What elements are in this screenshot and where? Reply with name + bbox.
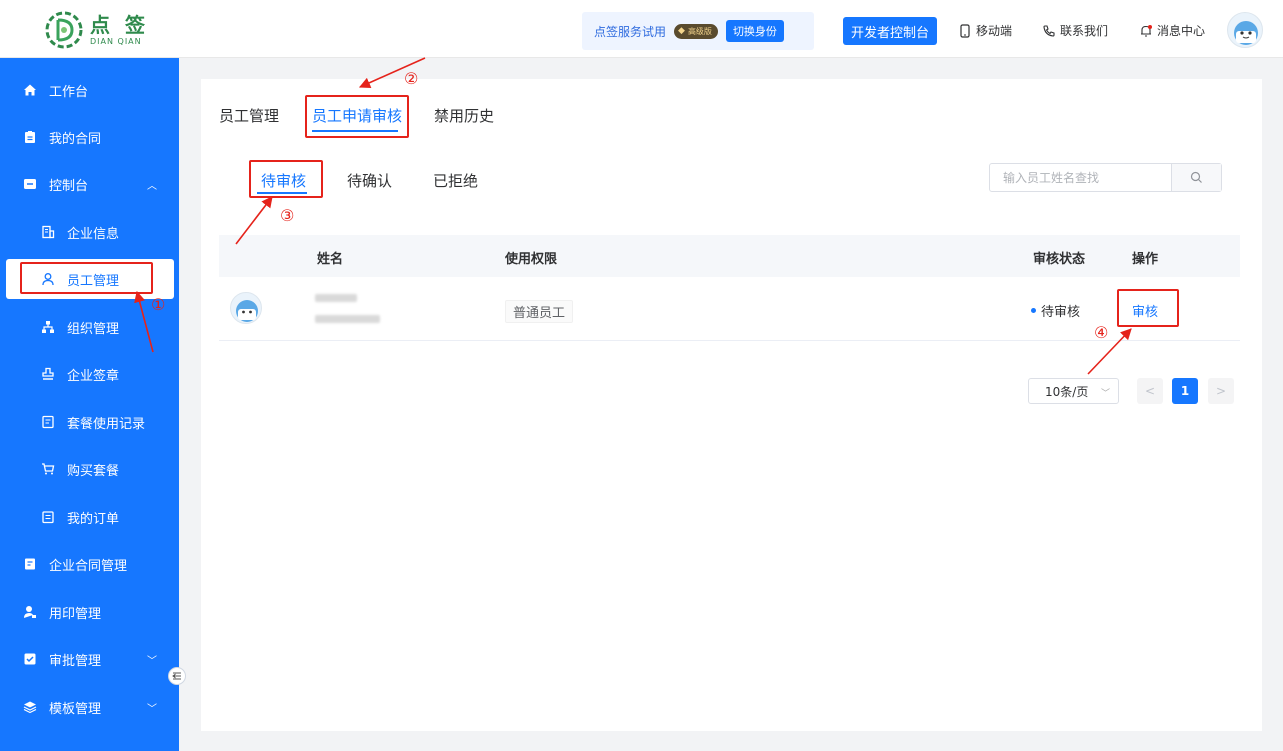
- search-input[interactable]: [990, 164, 1171, 191]
- logo-subtext: DIAN QIAN: [90, 36, 142, 46]
- chevron-up-icon: ︿: [147, 180, 157, 192]
- page-size-select[interactable]: 10条/页 ﹀: [1028, 378, 1119, 404]
- sidebar-item-company-contracts[interactable]: 企业合同管理: [0, 544, 179, 584]
- employee-search: [989, 163, 1222, 192]
- menu-fold-icon: [172, 672, 181, 680]
- avatar-robot-icon: [1234, 21, 1258, 45]
- annotation-label-2: ②: [404, 69, 419, 88]
- trial-banner: 点签服务试用 ◆ 高级版 切换身份: [582, 12, 814, 50]
- sidebar-item-workbench[interactable]: 工作台: [0, 70, 179, 110]
- annotation-label-4: ④: [1094, 323, 1109, 342]
- sidebar-item-my-contracts[interactable]: 我的合同: [0, 117, 179, 157]
- trial-text: 点签服务试用: [594, 24, 667, 39]
- sidebar-item-my-orders[interactable]: 我的订单: [0, 497, 179, 537]
- switch-identity-button[interactable]: 切换身份: [725, 20, 784, 42]
- tab-disable-history[interactable]: 禁用历史: [434, 105, 494, 126]
- annotation-box-2: [305, 95, 409, 138]
- developer-console-button[interactable]: 开发者控制台: [843, 17, 938, 45]
- annotation-box-4: [1117, 289, 1179, 327]
- table-row: [219, 278, 1240, 341]
- sidebar-item-seal-usage[interactable]: 用印管理: [0, 592, 179, 632]
- mobile-link[interactable]: 移动端: [958, 22, 1012, 39]
- home-icon: [23, 83, 37, 97]
- chevron-right-icon: >: [1215, 384, 1227, 398]
- annotation-box-1: [20, 262, 153, 294]
- clipboard-icon: [23, 130, 37, 144]
- next-page-button[interactable]: >: [1208, 378, 1234, 404]
- logo-text: 点 签: [90, 12, 149, 37]
- seal-user-icon: [23, 605, 37, 619]
- redacted-name: [315, 294, 357, 302]
- column-header-status: 审核状态: [1033, 252, 1086, 267]
- redacted-phone: [315, 315, 380, 323]
- chevron-down-icon: ﹀: [1100, 389, 1110, 399]
- diamond-icon: ◆: [678, 26, 685, 36]
- status-badge: 待审核: [1031, 301, 1080, 320]
- logo-mark-icon: [45, 11, 83, 49]
- sidebar-item-company-info[interactable]: 企业信息: [0, 212, 179, 252]
- top-header: 点 签 DIAN QIAN 点签服务试用 ◆ 高级版 切换身份 开发者控制台 移…: [0, 0, 1283, 58]
- sidebar-item-buy-package[interactable]: 购买套餐: [0, 449, 179, 489]
- table-header: [219, 235, 1240, 277]
- sidebar-item-package-records[interactable]: 套餐使用记录: [0, 402, 179, 442]
- annotation-label-3: ③: [280, 206, 295, 225]
- annotation-label-1: ①: [151, 295, 166, 314]
- sidebar-item-approval[interactable]: 审批管理 ﹀: [0, 639, 179, 679]
- cart-icon: [41, 462, 55, 476]
- order-icon: [41, 510, 55, 524]
- phone-icon: [960, 23, 970, 38]
- subtab-pending-confirm[interactable]: 待确认: [347, 170, 392, 191]
- contract-icon: [23, 557, 37, 571]
- sidebar-item-templates[interactable]: 模板管理 ﹀: [0, 687, 179, 727]
- column-header-permission: 使用权限: [505, 252, 558, 267]
- org-icon: [41, 320, 55, 334]
- sidebar-item-console[interactable]: 控制台 ︿: [0, 164, 179, 204]
- search-button[interactable]: [1171, 164, 1221, 191]
- contact-link[interactable]: 联系我们: [1042, 22, 1108, 39]
- chevron-down-icon: ﹀: [147, 655, 157, 667]
- prev-page-button[interactable]: <: [1137, 378, 1163, 404]
- chevron-left-icon: <: [1144, 384, 1156, 398]
- permission-tag: 普通员工: [505, 300, 574, 323]
- record-icon: [41, 415, 55, 429]
- annotation-box-3: [249, 160, 323, 198]
- message-center-link[interactable]: 消息中心: [1139, 22, 1205, 39]
- search-icon: [1190, 171, 1202, 183]
- column-header-action: 操作: [1132, 252, 1159, 267]
- user-avatar[interactable]: [1227, 12, 1263, 48]
- console-icon: [23, 177, 37, 191]
- status-dot-icon: [1031, 308, 1036, 313]
- layers-icon: [23, 700, 37, 714]
- employee-avatar: [230, 292, 262, 324]
- sidebar-item-company-seal[interactable]: 企业签章: [0, 354, 179, 394]
- stamp-icon: [41, 367, 55, 381]
- column-header-name: 姓名: [317, 252, 344, 267]
- subtab-rejected[interactable]: 已拒绝: [433, 170, 478, 191]
- chevron-down-icon: ﹀: [147, 703, 157, 715]
- logo[interactable]: 点 签 DIAN QIAN: [44, 10, 149, 50]
- bell-icon: [1141, 24, 1152, 37]
- advanced-badge: ◆ 高级版: [674, 23, 718, 39]
- approval-icon: [23, 652, 37, 666]
- page-number-button[interactable]: 1: [1172, 378, 1198, 404]
- tab-employee-management[interactable]: 员工管理: [219, 105, 279, 126]
- collapse-sidebar-button[interactable]: [168, 667, 186, 685]
- building-icon: [41, 225, 55, 239]
- phone-call-icon: [1043, 24, 1055, 37]
